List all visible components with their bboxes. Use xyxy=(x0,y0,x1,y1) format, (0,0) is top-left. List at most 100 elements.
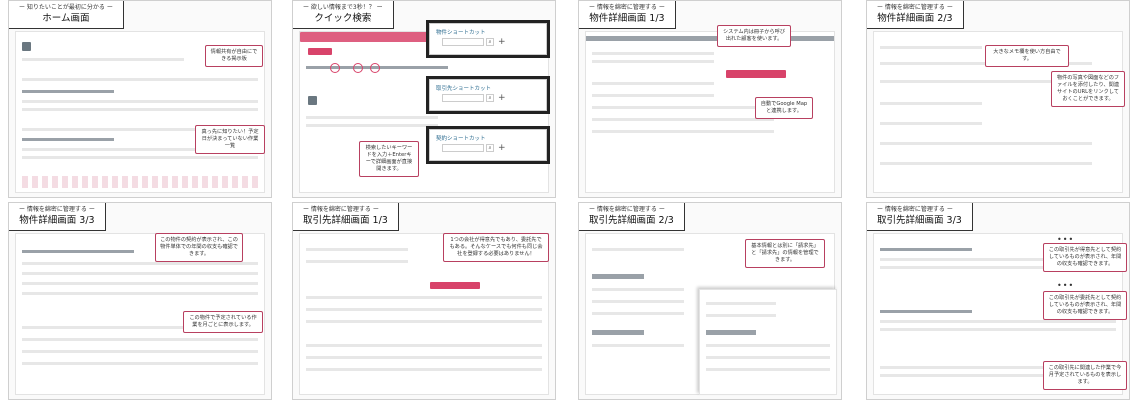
callout: 大きなメモ欄を使い方自由です。 xyxy=(985,45,1069,67)
panel-subtitle: ー 欲しい情報まで3秒！？ ー xyxy=(303,4,383,11)
search-input[interactable] xyxy=(442,144,484,152)
panel-subtitle: ー 情報を綿密に管理する ー xyxy=(877,4,953,11)
field-row xyxy=(592,288,684,291)
field-row xyxy=(306,260,408,263)
callout: 検索したいキーワードを入力＋Enterキーで詳細画面が直接開きます。 xyxy=(359,141,419,177)
field-row xyxy=(880,162,1092,165)
panel-title: 取引先詳細画面 1/3 xyxy=(303,215,388,226)
callout: 1つの会社が得意先でもあり、委託先でもある。そんなケースでも何件も同じ会社を登録… xyxy=(443,233,549,262)
panel-title-box: ー 欲しい情報まで3秒！？ ー クイック検索 xyxy=(293,1,394,29)
panel-home: ー 知りたいことが最初に分かる ー ホーム画面 情報共有が自由にできる掲示板 真… xyxy=(8,0,272,198)
field-row xyxy=(306,320,542,323)
filter-row xyxy=(22,138,114,141)
screenshot-gallery: ー 知りたいことが最初に分かる ー ホーム画面 情報共有が自由にできる掲示板 真… xyxy=(0,0,1140,400)
field-row xyxy=(592,52,714,55)
add-icon[interactable]: + xyxy=(498,93,506,103)
search-icon[interactable]: ⌕ xyxy=(486,38,494,46)
field-row xyxy=(880,102,982,105)
field-row xyxy=(706,368,830,371)
field-row xyxy=(706,356,830,359)
overlay-window xyxy=(699,289,837,395)
footer-decoration xyxy=(22,176,258,188)
panel-title: 物件詳細画面 3/3 xyxy=(19,215,95,226)
panel-title: ホーム画面 xyxy=(42,13,90,24)
callout: この取引先が委託先として契約しているものが表示され、年間の収支も確認できます。 xyxy=(1043,291,1127,320)
add-icon[interactable]: + xyxy=(498,37,506,47)
field-row xyxy=(306,344,542,347)
panel-title-box: ー 情報を綿密に管理する ー 取引先詳細画面 3/3 xyxy=(867,203,973,231)
text-row xyxy=(306,124,438,127)
panel-client-detail-3: ー 情報を綿密に管理する ー 取引先詳細画面 3/3 ••• この取引先が得意先… xyxy=(866,202,1130,400)
panel-title: 物件詳細画面 2/3 xyxy=(877,13,953,24)
panel-title-box: ー 知りたいことが最初に分かる ー ホーム画面 xyxy=(9,1,124,29)
field-row xyxy=(592,344,684,347)
highlighted-field[interactable] xyxy=(726,70,786,78)
panel-title: クイック検索 xyxy=(314,13,372,24)
field-row xyxy=(880,142,1092,145)
panel-title-box: ー 情報を綿密に管理する ー 物件詳細画面 1/3 xyxy=(579,1,676,29)
panel-subtitle: ー 情報を綿密に管理する ー xyxy=(19,206,95,213)
search-label: 契約ショートカット xyxy=(436,136,486,142)
panel-property-detail-1: ー 情報を綿密に管理する ー 物件詳細画面 1/3 システム内は冊子から呼び出れ… xyxy=(578,0,842,198)
search-input[interactable] xyxy=(442,38,484,46)
more-dots-icon: ••• xyxy=(1057,281,1075,290)
field-row xyxy=(706,302,776,305)
screenshot-quick-search xyxy=(299,31,549,193)
table-row xyxy=(22,108,258,111)
search-icon[interactable]: ⌕ xyxy=(486,94,494,102)
highlighted-field[interactable] xyxy=(430,282,480,289)
search-input[interactable] xyxy=(442,94,484,102)
text-row xyxy=(22,78,258,81)
panel-title: 物件詳細画面 1/3 xyxy=(589,13,665,24)
callout: 真っ先に知りたい！予定日が決まっていない作業一覧 xyxy=(195,125,265,154)
field-row xyxy=(592,300,684,303)
panel-property-detail-3: ー 情報を綿密に管理する ー 物件詳細画面 3/3 この物件の契約が表示され、こ… xyxy=(8,202,272,400)
field-row xyxy=(592,60,714,63)
field-row xyxy=(592,130,774,133)
table-row xyxy=(22,292,258,295)
contract-shortcut: 契約ショートカット ⌕ + xyxy=(429,129,547,161)
panel-subtitle: ー 情報を綿密に管理する ー xyxy=(303,206,379,213)
highlight-circle xyxy=(370,63,380,73)
panel-title: 取引先詳細画面 3/3 xyxy=(877,215,962,226)
table-row xyxy=(22,156,258,159)
add-button[interactable] xyxy=(308,96,317,105)
callout: この物件で予定されている作業を月ごとに表示します。 xyxy=(183,311,263,333)
panel-client-detail-2: ー 情報を綿密に管理する ー 取引先詳細画面 2/3 基本情報とは別に「請求先」… xyxy=(578,202,842,400)
panel-client-detail-1: ー 情報を綿密に管理する ー 取引先詳細画面 1/3 1つの会社が得意先でもあり… xyxy=(292,202,556,400)
field-row xyxy=(306,356,542,359)
table-row xyxy=(22,282,258,285)
panel-property-detail-2: ー 情報を綿密に管理する ー 物件詳細画面 2/3 大きなメモ欄を使い方自由です… xyxy=(866,0,1130,198)
field-row xyxy=(306,308,542,311)
text-row xyxy=(22,58,184,61)
callout: 情報共有が自由にできる掲示板 xyxy=(205,45,263,67)
callout: 自動でGoogle Mapと連携します。 xyxy=(755,97,813,119)
panel-title: 取引先詳細画面 2/3 xyxy=(589,215,674,226)
panel-title-box: ー 情報を綿密に管理する ー 物件詳細画面 2/3 xyxy=(867,1,964,29)
filter-row xyxy=(880,310,972,313)
table-row xyxy=(22,350,258,353)
panel-quick-search: ー 欲しい情報まで3秒！？ ー クイック検索 物件ショートカット ⌕ + 取引先… xyxy=(292,0,556,198)
client-shortcut: 取引先ショートカット ⌕ + xyxy=(429,79,547,111)
home-button[interactable] xyxy=(308,48,332,55)
search-icon[interactable]: ⌕ xyxy=(486,144,494,152)
callout: この取引先に関連した作業で今月予定されているものを表示します。 xyxy=(1043,361,1127,390)
nav-bar xyxy=(586,36,834,41)
field-row xyxy=(306,248,408,251)
field-row xyxy=(880,122,982,125)
section-header xyxy=(706,330,756,335)
add-button[interactable] xyxy=(22,42,31,51)
table-row xyxy=(22,100,258,103)
section-header xyxy=(592,330,644,335)
filter-row xyxy=(22,90,114,93)
text-row xyxy=(306,116,438,119)
panel-subtitle: ー 情報を綿密に管理する ー xyxy=(589,206,665,213)
search-label: 物件ショートカット xyxy=(436,30,486,36)
field-row xyxy=(592,82,714,85)
field-row xyxy=(706,314,776,317)
add-icon[interactable]: + xyxy=(498,143,506,153)
panel-title-box: ー 情報を綿密に管理する ー 取引先詳細画面 2/3 xyxy=(579,203,685,231)
table-row xyxy=(22,362,258,365)
table-row xyxy=(22,262,258,265)
field-row xyxy=(592,118,774,121)
